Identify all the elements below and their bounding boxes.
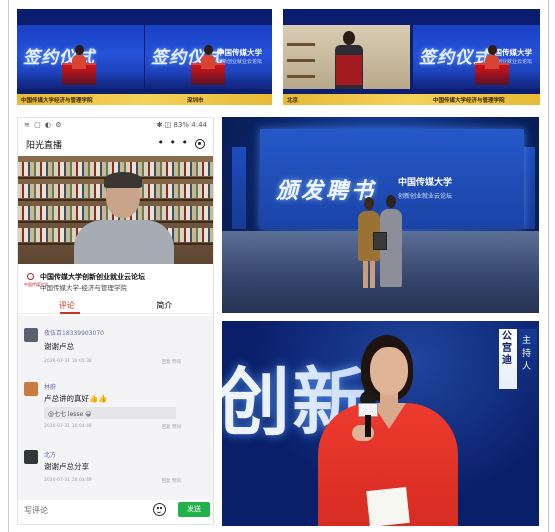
- host-role: 主持人: [522, 336, 532, 372]
- signer-body: [485, 55, 499, 69]
- speaker-hair: [104, 172, 142, 188]
- logo-mark: [27, 273, 34, 280]
- app-header: 阳光直播 • • •: [18, 134, 213, 154]
- host-name-badge: 公宫迪 主持人: [499, 325, 539, 395]
- signing-university: 中国传媒大学: [217, 48, 262, 57]
- presenter-legs: [363, 260, 375, 288]
- stage-university: 中国传媒大学: [398, 178, 453, 188]
- shelf: [287, 59, 315, 62]
- caption-right: 中国传媒大学经济与管理学院: [433, 98, 505, 104]
- close-target-icon[interactable]: [195, 139, 205, 149]
- tab-comments[interactable]: 评论: [18, 300, 116, 311]
- avatar[interactable]: [24, 450, 38, 464]
- comment-text: 卢总讲的真好👍👍: [44, 394, 108, 403]
- signing-folder: [336, 55, 362, 85]
- comment-input-bar: 写评论 发送: [18, 500, 213, 520]
- presenter-head: [386, 195, 396, 208]
- signing-panel-left: 签约仪式 签约仪式 中国传媒大学 创新创业就业云论坛 中国传媒大学经济与管理学院…: [17, 9, 272, 105]
- signer-head: [343, 31, 355, 45]
- signer-head: [204, 45, 213, 55]
- stage-subtitle: 创新创业就业云论坛: [398, 193, 453, 200]
- shelf: [287, 75, 315, 78]
- avatar[interactable]: [24, 382, 38, 396]
- page-border-left: [8, 0, 9, 532]
- comment-text: 谢谢卢总分享: [44, 462, 89, 471]
- host-name: 公宫迪: [502, 331, 512, 366]
- more-menu-icon[interactable]: • • •: [158, 136, 189, 149]
- status-bar: ≋ ▢ ◐ ⚙ ✱ ◫ 83% 4:44: [18, 118, 213, 132]
- comment-text: 谢谢卢总: [44, 342, 74, 351]
- cue-card: [366, 487, 410, 526]
- status-battery-time: ✱ ◫ 83% 4:44: [156, 121, 207, 129]
- comment-user[interactable]: 北方: [44, 450, 56, 459]
- speaker-body: [74, 220, 174, 264]
- stage-title: 颁发聘书: [276, 178, 377, 204]
- comment-user[interactable]: 林蔚: [44, 382, 56, 391]
- live-video[interactable]: [18, 156, 213, 264]
- comment-list: 夜伍百18339903070 谢谢卢总 2020-07-31 16:05:38 …: [18, 316, 213, 518]
- signing-screen-right: 签约仪式 中国传媒大学 创新创业就业云论坛: [413, 25, 540, 89]
- caption-left: 中国传媒大学经济与管理学院: [21, 98, 93, 104]
- active-tab-indicator: [60, 312, 80, 314]
- stream-title: 中国传媒大学创新创业就业云论坛: [40, 273, 145, 281]
- university-logo: 中国传媒大学: [24, 272, 48, 288]
- comment-time: 2020-07-31 16:03:49: [44, 478, 92, 483]
- avatar[interactable]: [24, 328, 38, 342]
- signing-screen-left: 签约仪式: [17, 25, 144, 89]
- comment-time: 2020-07-31 16:05:38: [44, 359, 92, 364]
- host-face: [370, 347, 408, 395]
- emoji-icon[interactable]: [153, 503, 166, 516]
- app-title: 阳光直播: [26, 141, 63, 151]
- comment-actions[interactable]: 回复 赞同: [162, 424, 181, 430]
- comment-input[interactable]: 写评论: [24, 505, 48, 516]
- host-photo: 创新 公宫迪 主持人: [222, 321, 539, 526]
- tab-intro[interactable]: 简介: [116, 300, 214, 311]
- stage-side-screen-left: [232, 147, 246, 229]
- signer-body: [72, 55, 86, 69]
- comment-time: 2020-07-31 16:04:48: [44, 424, 92, 429]
- certificate-stage-photo: 颁发聘书 中国传媒大学 创新创业就业云论坛: [222, 117, 539, 313]
- signer-head: [75, 45, 84, 55]
- tab-bar: 评论 简介: [18, 298, 213, 314]
- send-button[interactable]: 发送: [178, 502, 210, 517]
- comment-actions[interactable]: 回复 赞同: [162, 359, 181, 365]
- microphone: [358, 391, 378, 437]
- shelf: [287, 43, 315, 46]
- remote-office: [283, 25, 410, 89]
- caption-left: 北京: [287, 98, 299, 104]
- certificate: [373, 232, 387, 250]
- signer-head: [488, 45, 497, 55]
- presenter-head: [364, 197, 374, 210]
- mic-handle: [365, 415, 371, 437]
- signing-panel-right: 签约仪式 中国传媒大学 创新创业就业云论坛 北京 中国传媒大学经济与管理学院: [283, 9, 540, 105]
- caption-right: 深圳市: [187, 98, 204, 104]
- signing-screen-right: 签约仪式 中国传媒大学 创新创业就业云论坛: [145, 25, 272, 89]
- comment-actions[interactable]: 回复 赞同: [162, 478, 181, 484]
- signer-body: [201, 55, 215, 69]
- comment-user[interactable]: 夜伍百18339903070: [44, 328, 104, 337]
- page-border-right: [548, 0, 549, 532]
- comment-quote: @七七 lesse 😀: [44, 407, 176, 419]
- live-app-screen: ≋ ▢ ◐ ⚙ ✱ ◫ 83% 4:44 阳光直播 • • • 中国传媒大学 中…: [17, 117, 214, 525]
- stream-subtitle: 中国传媒大学-经济与管理学院: [40, 284, 127, 292]
- status-icons: ≋ ▢ ◐ ⚙: [24, 121, 63, 129]
